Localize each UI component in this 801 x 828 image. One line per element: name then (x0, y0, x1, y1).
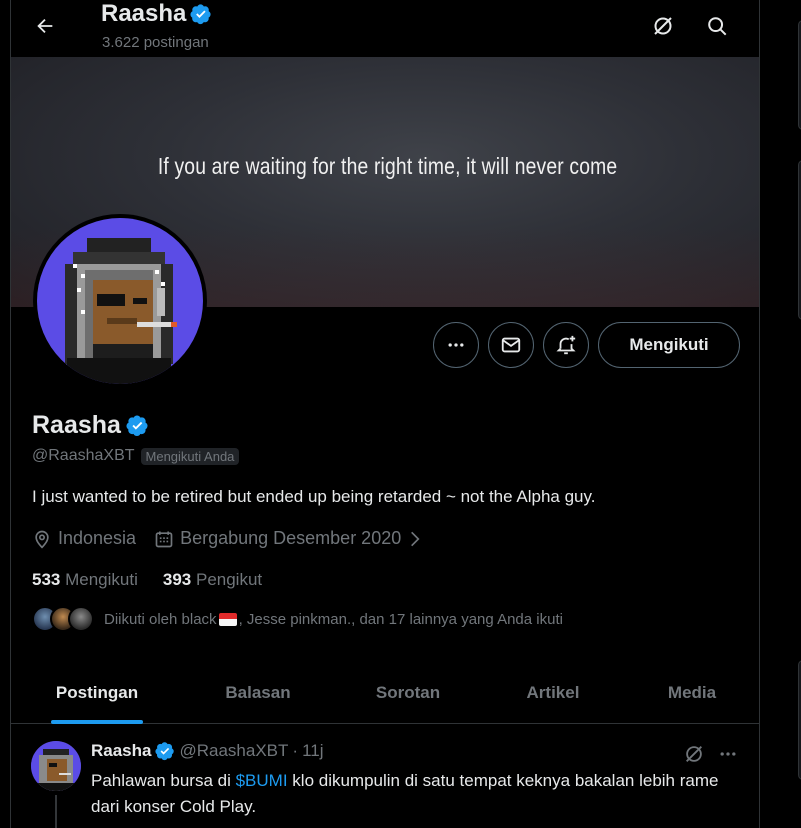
indonesia-flag-icon (218, 612, 237, 626)
top-bar: Raasha 3.622 postingan (11, 0, 759, 57)
message-icon (501, 337, 521, 353)
verified-badge-icon (155, 742, 175, 761)
profile-tabs: Postingan Balasan Sorotan Artikel Media (11, 661, 759, 724)
profile-stats: 533 Mengikuti 393 Pengikut (32, 570, 287, 590)
tweet-header: Raasha @RaashaXBT · 11j (91, 741, 324, 761)
tab-sorotan[interactable]: Sorotan (333, 661, 483, 724)
tab-media[interactable]: Media (623, 661, 759, 724)
header-title: Raasha (101, 0, 212, 28)
chevron-right-icon (411, 531, 420, 546)
more-options-button[interactable] (433, 322, 479, 368)
location-text: Indonesia (58, 528, 137, 548)
joined-item[interactable]: Bergabung Desember 2020 (154, 528, 423, 549)
grok-icon (686, 746, 702, 762)
joined-text: Bergabung Desember 2020 (180, 528, 402, 548)
tweet-avatar[interactable] (31, 741, 81, 791)
followed-by-row[interactable]: Diikuti oleh black , Jesse pinkman., dan… (32, 606, 563, 632)
verified-badge-icon (190, 4, 212, 25)
tab-label: Balasan (225, 682, 291, 702)
followed-by-suffix: , Jesse pinkman., dan 17 lainnya yang An… (238, 610, 563, 628)
tweet-more-button[interactable] (713, 739, 743, 769)
tab-artikel[interactable]: Artikel (483, 661, 623, 724)
grok-button[interactable] (645, 8, 681, 44)
profile-handle: @RaashaXBT (32, 447, 135, 464)
profile-avatar[interactable] (33, 214, 207, 388)
tweet-author-name[interactable]: Raasha (91, 741, 151, 761)
following-stat[interactable]: 533 Mengikuti (32, 570, 138, 590)
followers-count: 393 (162, 570, 192, 589)
grok-icon (654, 17, 672, 35)
verified-badge-icon[interactable] (126, 414, 149, 437)
notification-bell-icon (556, 335, 576, 355)
following-button[interactable]: Mengikuti (598, 322, 740, 368)
tweet-cashtag[interactable]: $BUMI (236, 771, 288, 790)
header-name: Raasha (101, 0, 187, 27)
tweet-text: Pahlawan bursa di $BUMI klo dikumpulin d… (91, 768, 731, 820)
message-button[interactable] (488, 322, 534, 368)
tab-label: Sorotan (375, 682, 441, 702)
notifications-button[interactable] (543, 322, 589, 368)
follower-avatar (68, 606, 94, 632)
more-icon (720, 752, 736, 756)
tab-label: Media (667, 682, 717, 702)
followers-label: Pengikut (195, 570, 263, 589)
right-sidebar-edge (760, 0, 801, 828)
banner-quote: If you are waiting for the right time, i… (157, 153, 618, 179)
tweet-time[interactable]: 11j (302, 741, 323, 761)
tab-label: Postingan (55, 682, 139, 702)
following-label: Mengikuti (65, 570, 138, 589)
following-count: 533 (32, 570, 61, 589)
profile-name-row: Raasha (32, 411, 149, 440)
location-pin-icon (35, 530, 49, 548)
profile-bio: I just wanted to be retired but ended up… (32, 487, 596, 506)
tweet-author-handle[interactable]: @RaashaXBT (179, 741, 288, 761)
back-button[interactable] (27, 8, 63, 44)
search-icon (708, 17, 727, 36)
followed-by-prefix: Diikuti oleh black (104, 610, 217, 628)
tab-balasan[interactable]: Balasan (183, 661, 333, 724)
profile-name: Raasha (32, 411, 121, 439)
tab-postingan[interactable]: Postingan (11, 661, 183, 724)
profile-column: Raasha 3.622 postingan If you are waitin… (10, 0, 760, 828)
location-item: Indonesia (32, 528, 136, 549)
tweet[interactable]: Raasha @RaashaXBT · 11j Pahlawan bursa d… (11, 725, 759, 828)
profile-meta: Indonesia Bergabung Desember 2020 (32, 528, 441, 549)
back-arrow-icon (37, 18, 53, 34)
tweet-grok-button[interactable] (679, 739, 709, 769)
thread-line (55, 795, 57, 828)
search-button[interactable] (699, 8, 735, 44)
tweet-dot: · (292, 741, 299, 760)
calendar-icon (155, 531, 173, 547)
followers-stat[interactable]: 393 Pengikut (163, 570, 262, 590)
tab-label: Artikel (526, 682, 580, 702)
post-count: 3.622 postingan (102, 34, 209, 51)
handle-row: @RaashaXBT Mengikuti Anda (32, 447, 240, 465)
follows-you-badge: Mengikuti Anda (140, 447, 240, 465)
active-tab-indicator (51, 720, 143, 724)
more-icon (448, 343, 464, 347)
avatar-image (37, 218, 203, 384)
tweet-text-before: Pahlawan bursa di (91, 771, 236, 790)
